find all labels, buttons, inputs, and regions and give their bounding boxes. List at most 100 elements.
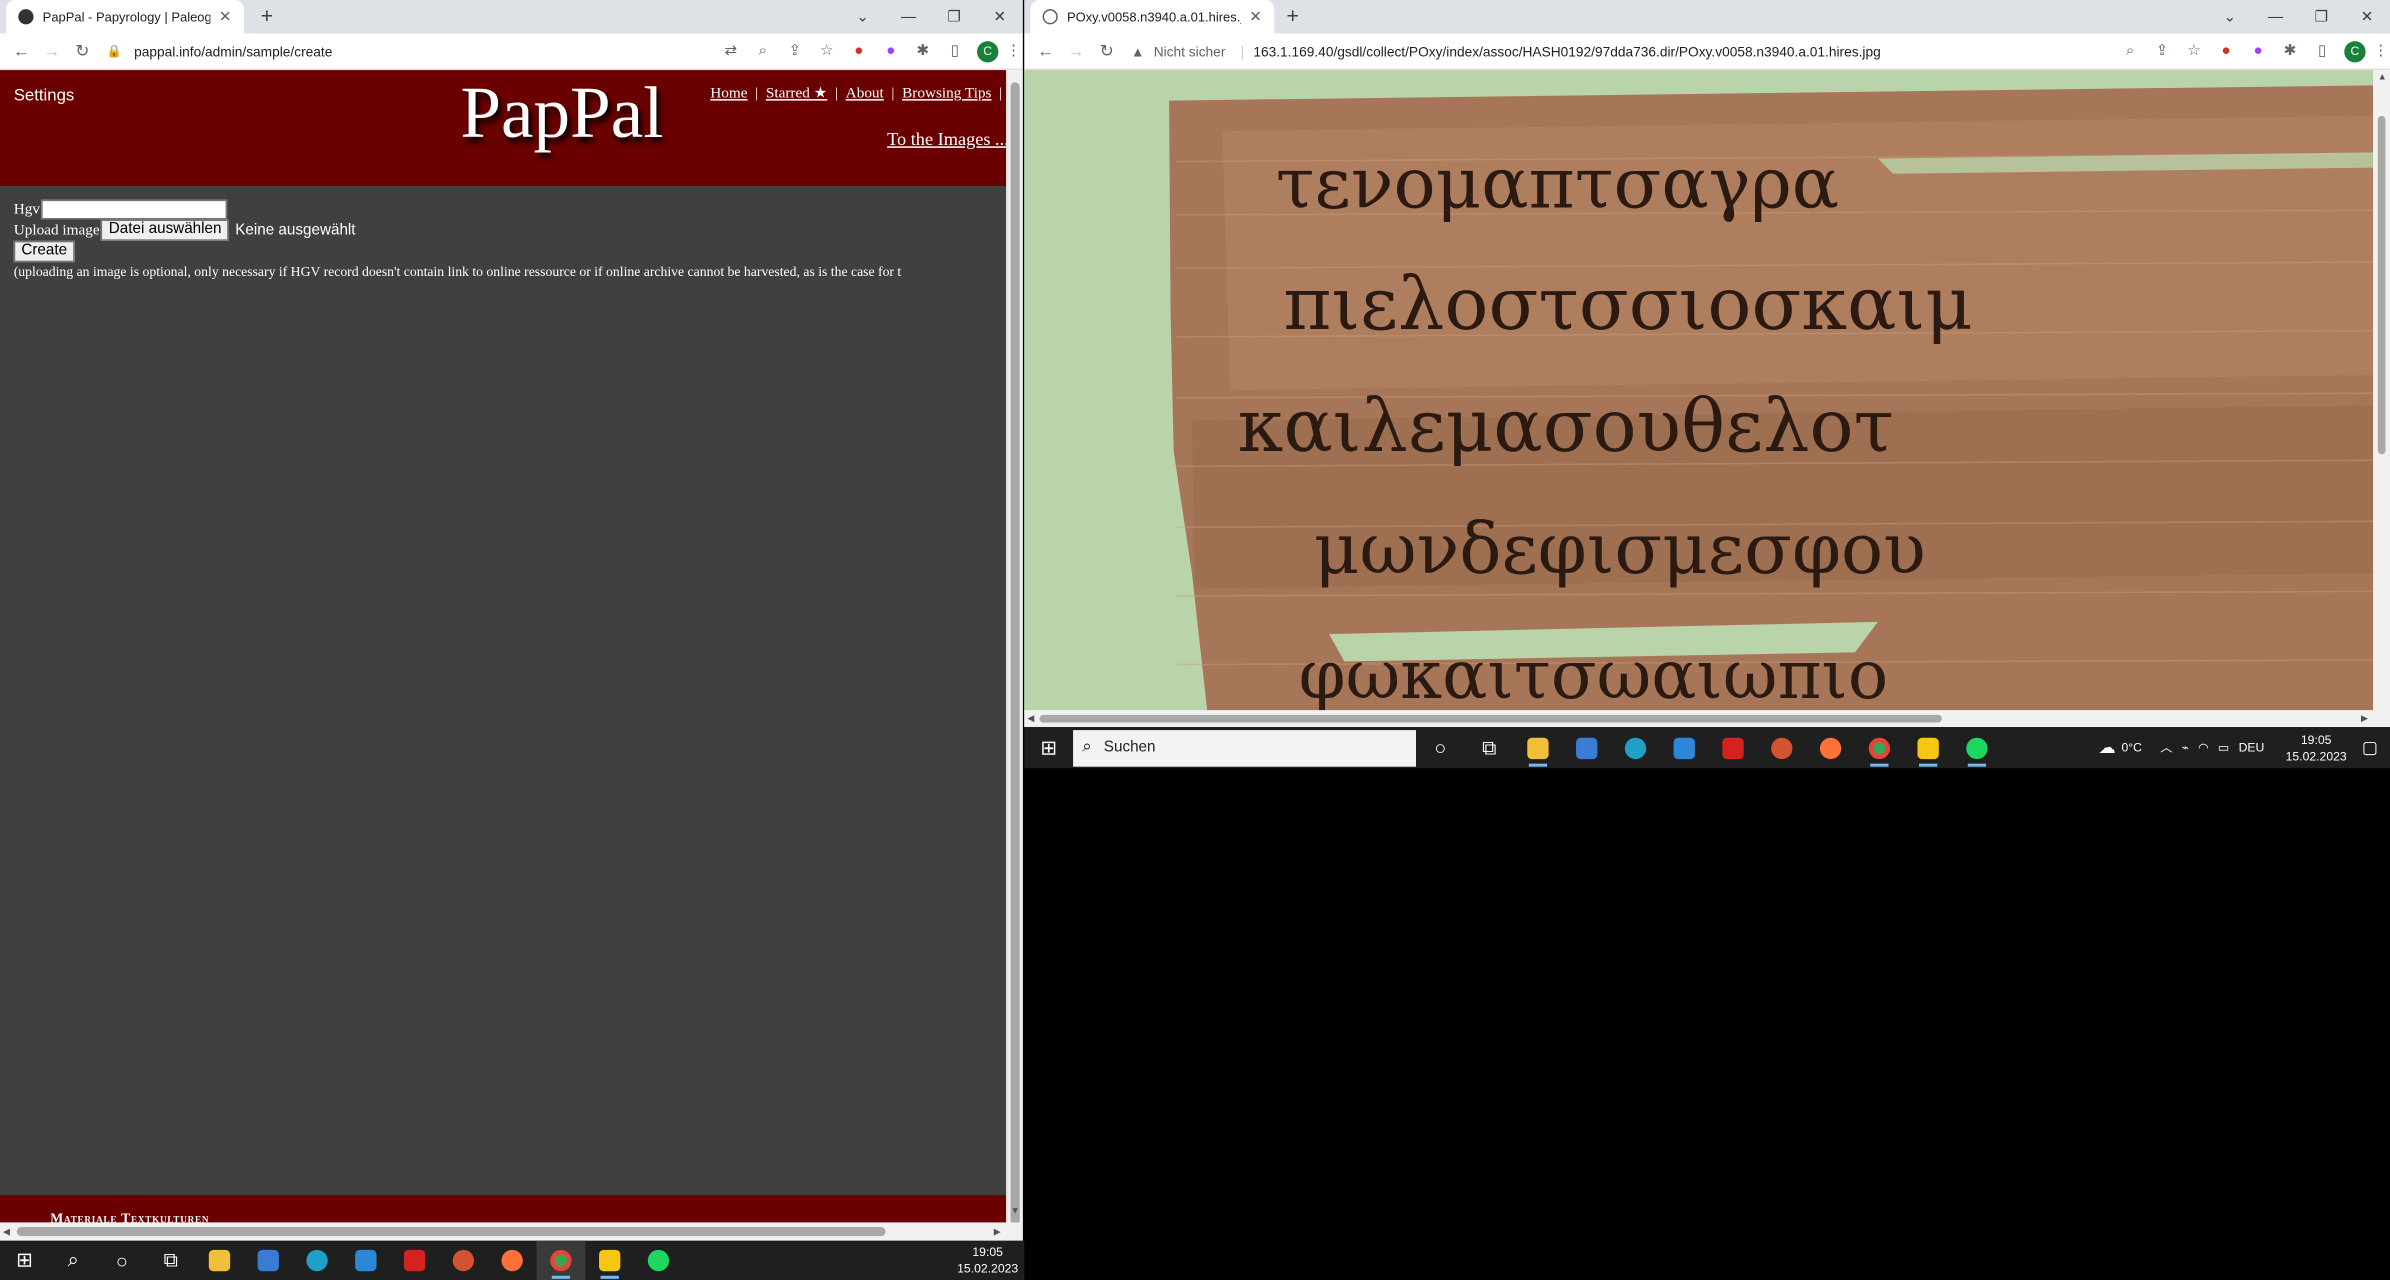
- task-view-icon[interactable]: ⧉: [1465, 727, 1514, 768]
- firefox-icon[interactable]: [1806, 727, 1855, 768]
- scroll-left-arrow-icon[interactable]: ◀: [3, 1227, 10, 1238]
- nav-about[interactable]: About: [846, 85, 884, 102]
- mail-icon[interactable]: [1660, 727, 1709, 768]
- close-icon[interactable]: ✕: [219, 8, 232, 25]
- create-button[interactable]: Create: [13, 240, 75, 263]
- settings-link[interactable]: Settings: [14, 87, 75, 105]
- windows-start-icon[interactable]: ⊞: [1024, 727, 1073, 768]
- back-icon[interactable]: ←: [1030, 42, 1060, 60]
- forward-icon[interactable]: →: [37, 42, 67, 60]
- restore-icon[interactable]: ❐: [931, 8, 977, 25]
- translate-icon[interactable]: ⇄: [715, 43, 747, 60]
- extension-purple-icon[interactable]: ●: [2242, 43, 2274, 60]
- tab-search-icon[interactable]: ⌄: [2207, 8, 2253, 25]
- profile-avatar[interactable]: C: [977, 40, 999, 62]
- scroll-right-arrow-icon[interactable]: ▶: [994, 1227, 1001, 1238]
- mail-icon[interactable]: [341, 1241, 390, 1280]
- app-yellow-icon[interactable]: [585, 1241, 634, 1280]
- extension-red-icon[interactable]: ●: [843, 43, 875, 60]
- left-horizontal-scrollbar[interactable]: ◀ ▶: [0, 1222, 1023, 1241]
- right-vertical-scrollbar[interactable]: ▲: [2373, 70, 2390, 711]
- scroll-thumb[interactable]: [16, 1227, 886, 1237]
- scroll-left-arrow-icon[interactable]: ◀: [1027, 713, 1034, 724]
- side-panel-icon[interactable]: ▯: [2306, 43, 2338, 60]
- scroll-down-arrow-icon[interactable]: ▼: [1011, 1207, 1020, 1216]
- tab-search-icon[interactable]: ⌄: [840, 8, 886, 25]
- scroll-thumb[interactable]: [1039, 714, 1942, 723]
- scroll-up-arrow-icon[interactable]: ▲: [2378, 73, 2387, 82]
- chrome-icon[interactable]: [536, 1240, 586, 1280]
- notifications-icon[interactable]: ▢: [2362, 738, 2378, 757]
- powerpoint-icon[interactable]: [1757, 727, 1806, 768]
- address-bar[interactable]: 🔒 pappal.info/admin/sample/create: [98, 36, 715, 66]
- extensions-puzzle-icon[interactable]: ✱: [907, 43, 939, 60]
- minimize-icon[interactable]: —: [886, 8, 932, 25]
- restore-icon[interactable]: ❐: [2299, 8, 2345, 25]
- pappal-logo[interactable]: PapPal: [460, 72, 663, 156]
- taskbar-search-box[interactable]: ⌕ Suchen: [1073, 729, 1417, 766]
- scroll-right-arrow-icon[interactable]: ▶: [2361, 713, 2368, 724]
- search-icon[interactable]: ⌕: [49, 1241, 98, 1280]
- new-tab-icon[interactable]: +: [1286, 3, 1298, 27]
- language-indicator[interactable]: DEU: [2239, 741, 2265, 755]
- file-explorer-icon[interactable]: [195, 1241, 244, 1280]
- hgv-input[interactable]: [41, 198, 228, 219]
- tab-papyrus-image[interactable]: POxy.v0058.n3940.a.01.hires.jpg ✕: [1030, 0, 1275, 34]
- cortana-icon[interactable]: ○: [1416, 727, 1465, 768]
- tray-chevron-icon[interactable]: ︿: [2160, 739, 2172, 756]
- left-vertical-scrollbar[interactable]: ▼: [1005, 70, 1023, 1226]
- powerpoint-icon[interactable]: [439, 1241, 488, 1280]
- close-icon[interactable]: ✕: [1249, 8, 1262, 25]
- acrobat-icon[interactable]: [1709, 727, 1758, 768]
- taskbar-clock[interactable]: 19:05 15.02.2023: [957, 1244, 1018, 1278]
- scroll-thumb[interactable]: [1010, 82, 1020, 1226]
- edge-icon[interactable]: [1611, 727, 1660, 768]
- edge-icon[interactable]: [293, 1241, 342, 1280]
- zoom-icon[interactable]: ⌕: [2114, 43, 2146, 60]
- windows-start-icon[interactable]: ⊞: [0, 1241, 49, 1280]
- share-icon[interactable]: ⇪: [779, 43, 811, 60]
- tab-pappal[interactable]: PapPal - Papyrology | Paleograph ✕: [6, 0, 244, 34]
- forward-icon[interactable]: →: [1061, 42, 1091, 60]
- reload-icon[interactable]: ↻: [67, 41, 97, 61]
- close-window-icon[interactable]: ✕: [2344, 8, 2390, 25]
- wifi-icon[interactable]: ◠: [2198, 741, 2209, 755]
- nav-home[interactable]: Home: [710, 85, 747, 102]
- microsoft-store-icon[interactable]: [1562, 727, 1611, 768]
- extension-red-icon[interactable]: ●: [2210, 43, 2242, 60]
- chrome-icon[interactable]: [1855, 727, 1904, 768]
- network-icon[interactable]: ⌁: [2182, 741, 2189, 755]
- firefox-icon[interactable]: [488, 1241, 537, 1280]
- back-icon[interactable]: ←: [6, 42, 36, 60]
- weather-temperature[interactable]: 0°C: [2121, 741, 2141, 755]
- extension-purple-icon[interactable]: ●: [875, 43, 907, 60]
- profile-avatar[interactable]: C: [2344, 40, 2366, 62]
- minimize-icon[interactable]: —: [2253, 8, 2299, 25]
- to-the-images-link[interactable]: To the Images ...: [887, 128, 1006, 151]
- address-bar[interactable]: ▲ Nicht sicher | 163.1.169.40/gsdl/colle…: [1122, 36, 2114, 66]
- extensions-puzzle-icon[interactable]: ✱: [2274, 43, 2306, 60]
- zoom-icon[interactable]: ⌕: [747, 43, 779, 60]
- nav-starred[interactable]: Starred ★: [766, 85, 827, 102]
- cortana-icon[interactable]: ○: [98, 1241, 147, 1280]
- bookmark-star-icon[interactable]: ☆: [811, 43, 843, 60]
- bookmark-star-icon[interactable]: ☆: [2178, 43, 2210, 60]
- menu-icon[interactable]: ⋮: [2372, 43, 2390, 60]
- menu-icon[interactable]: ⋮: [1004, 43, 1022, 60]
- new-tab-icon[interactable]: +: [261, 3, 273, 27]
- reload-icon[interactable]: ↻: [1091, 41, 1121, 61]
- spotify-icon[interactable]: [1953, 727, 2002, 768]
- file-explorer-icon[interactable]: [1514, 727, 1563, 768]
- spotify-icon[interactable]: [634, 1241, 683, 1280]
- taskbar-clock[interactable]: 19:05 15.02.2023: [2286, 731, 2347, 765]
- side-panel-icon[interactable]: ▯: [939, 43, 971, 60]
- app-yellow-icon[interactable]: [1904, 727, 1953, 768]
- task-view-icon[interactable]: ⧉: [146, 1241, 195, 1280]
- weather-icon[interactable]: ☁: [2099, 738, 2116, 757]
- right-horizontal-scrollbar[interactable]: ◀ ▶: [1024, 710, 2390, 728]
- scroll-thumb[interactable]: [2377, 115, 2386, 455]
- choose-file-button[interactable]: Datei auswählen: [101, 219, 230, 241]
- acrobat-icon[interactable]: [390, 1241, 439, 1280]
- microsoft-store-icon[interactable]: [244, 1241, 293, 1280]
- battery-icon[interactable]: ▭: [2218, 741, 2230, 755]
